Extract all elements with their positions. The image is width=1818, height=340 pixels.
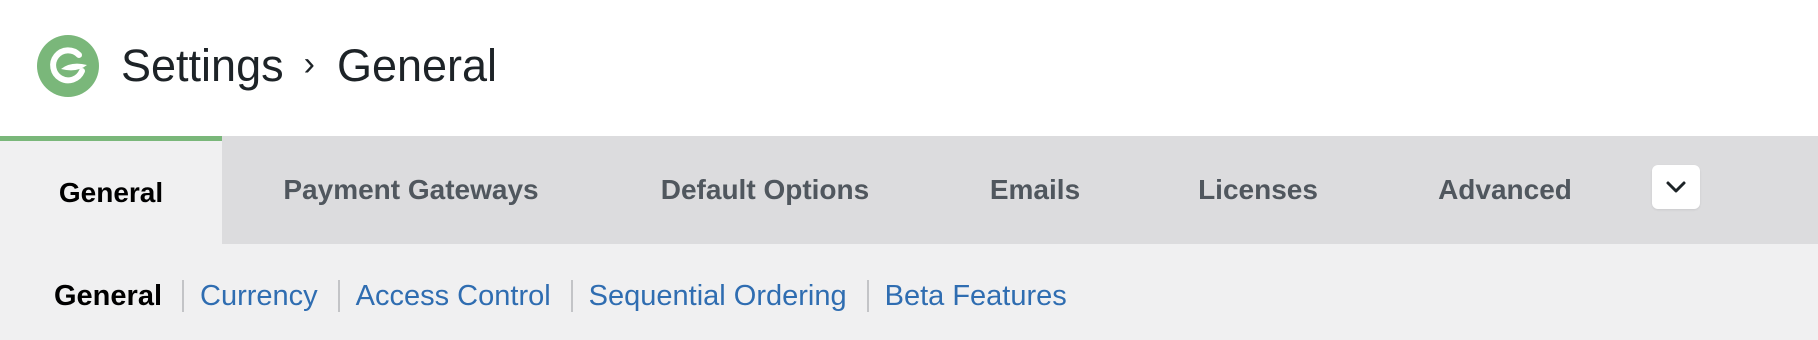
subnav-beta-features[interactable]: Beta Features	[885, 280, 1067, 313]
tab-general[interactable]: General	[0, 136, 222, 244]
breadcrumb-separator: ›	[303, 44, 315, 83]
subnav-access-control[interactable]: Access Control	[356, 280, 551, 313]
settings-tab-bar: General Payment Gateways Default Options…	[0, 136, 1818, 244]
subnav-divider	[866, 280, 869, 312]
give-logo-icon	[37, 35, 99, 97]
tab-default-options[interactable]: Default Options	[600, 136, 930, 244]
page-title: Settings › General	[121, 38, 497, 94]
tab-advanced[interactable]: Advanced	[1376, 136, 1634, 244]
subnav-divider	[570, 280, 573, 312]
tab-payment-gateways[interactable]: Payment Gateways	[222, 136, 600, 244]
breadcrumb-root: Settings	[121, 40, 284, 91]
more-tabs-button[interactable]	[1652, 165, 1700, 209]
subnav-currency[interactable]: Currency	[200, 280, 318, 313]
subnav-general: General	[54, 279, 162, 312]
breadcrumb-current: General	[336, 40, 498, 91]
section-subnav: General Currency Access Control Sequenti…	[54, 274, 1067, 318]
tab-emails[interactable]: Emails	[930, 136, 1140, 244]
chevron-down-icon	[1666, 181, 1686, 193]
tab-licenses[interactable]: Licenses	[1140, 136, 1376, 244]
subnav-divider	[182, 280, 184, 312]
subnav-sequential-ordering[interactable]: Sequential Ordering	[589, 280, 847, 313]
page-header: Settings › General	[0, 0, 1818, 136]
subnav-divider	[337, 280, 340, 312]
